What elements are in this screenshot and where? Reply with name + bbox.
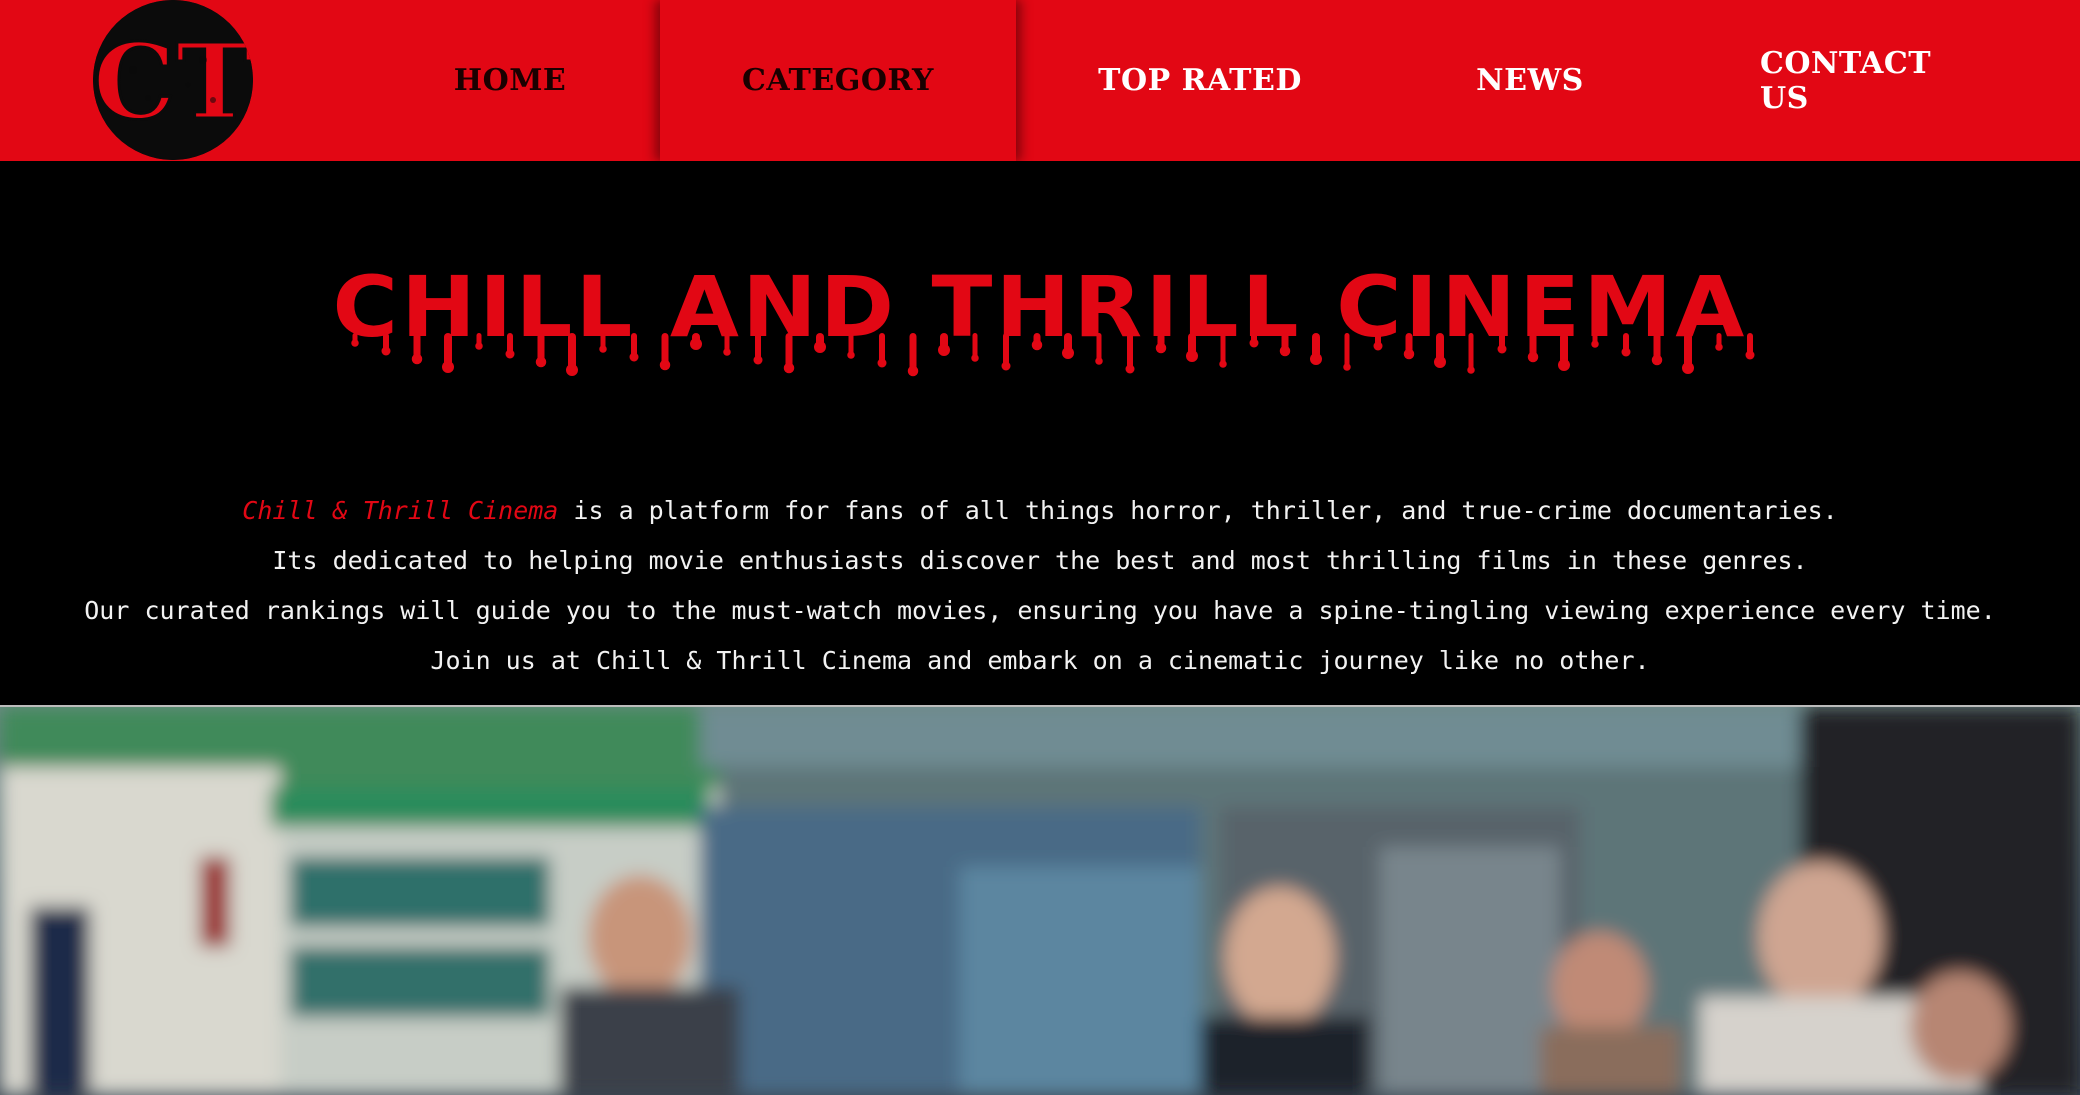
drip-tip (877, 358, 887, 368)
drip-tip (1434, 356, 1446, 368)
drip-tip (411, 353, 423, 365)
drip-tip (814, 341, 826, 353)
drip-tip (351, 339, 359, 347)
nav-contact-us[interactable]: CONTACT US (1760, 0, 1990, 161)
drip-tip (1095, 357, 1103, 365)
intro-line-4: Join us at Chill & Thrill Cinema and emb… (430, 646, 1650, 675)
drip (1468, 333, 1474, 370)
drip-tip (847, 351, 855, 359)
intro-line-1: Chill & Thrill Cinema is a platform for … (0, 486, 2080, 536)
site-title: CHILL AND THRILL CINEMA (0, 261, 2080, 411)
drip-tip (1343, 363, 1351, 371)
drip-tip (690, 338, 702, 350)
drip-tip (1062, 347, 1074, 359)
drip-tip (1249, 338, 1259, 348)
nav-top-rated[interactable]: TOP RATED (1080, 0, 1320, 161)
drip (909, 333, 917, 371)
drip-tip (535, 356, 547, 368)
drip-tip (1621, 347, 1631, 357)
movie-still-image (0, 707, 2080, 1095)
drip (1127, 333, 1133, 369)
drip-tip (1031, 339, 1043, 351)
drip-tip (505, 349, 515, 359)
drip-tip (938, 344, 950, 356)
nav-category[interactable]: CATEGORY (660, 0, 1016, 161)
drip-tip (1715, 343, 1723, 351)
drip-tip (753, 355, 763, 365)
drip (1003, 333, 1009, 366)
hero-section: CHILL AND THRILL CINEMA Chill & Thrill C… (0, 161, 2080, 706)
dripping-title: CHILL AND THRILL CINEMA (333, 261, 1755, 377)
drip-tip (1155, 342, 1167, 354)
drip-tip (783, 362, 795, 374)
drip-tip (1527, 351, 1539, 363)
drip-tip (659, 359, 671, 371)
drip-tip (1403, 348, 1415, 360)
drip (1344, 333, 1350, 367)
drip (1096, 333, 1102, 361)
drip-tip (381, 346, 391, 356)
nav-news[interactable]: NEWS (1440, 0, 1620, 161)
drip-tip (442, 361, 454, 373)
drip-tip (1467, 366, 1475, 374)
intro-line-3: Our curated rankings will guide you to t… (84, 596, 1996, 625)
drip-tip (566, 364, 578, 376)
ct-logo-icon[interactable]: CT (93, 0, 253, 160)
brand-name-link: Chill & Thrill Cinema (242, 496, 559, 525)
nav-home[interactable]: HOME (430, 0, 590, 161)
drip-tip (1682, 362, 1694, 374)
logo-letters: CT (93, 20, 253, 143)
drip-tip (1373, 341, 1383, 351)
drip-tip (1651, 354, 1663, 366)
drip-tip (629, 352, 639, 362)
drip-tip (1591, 340, 1599, 348)
drip-tip (1279, 345, 1291, 357)
drip-tip (723, 348, 731, 356)
drip-tip (1125, 364, 1135, 374)
drip-tip (1745, 350, 1755, 360)
drip-tip (971, 354, 979, 362)
drip-tip (1310, 353, 1322, 365)
blurred-scene (0, 707, 2080, 1095)
intro-paragraph: Chill & Thrill Cinema is a platform for … (0, 486, 2080, 686)
drip-tip (1497, 344, 1507, 354)
drip (1220, 333, 1226, 364)
drip-tip (907, 365, 919, 377)
intro-line-2: Its dedicated to helping movie enthusias… (272, 546, 1808, 575)
intro-line-1-text: is a platform for fans of all things hor… (558, 496, 1838, 525)
top-nav: CT HOME CATEGORY TOP RATED NEWS CONTACT … (0, 0, 2080, 161)
drip-tip (475, 342, 483, 350)
drip-tip (1001, 361, 1011, 371)
drip-tip (1558, 359, 1570, 371)
logo-graphic: CT (93, 0, 253, 160)
drip-tip (599, 345, 607, 353)
drip-tip (1219, 360, 1227, 368)
drip-tip (1186, 350, 1198, 362)
